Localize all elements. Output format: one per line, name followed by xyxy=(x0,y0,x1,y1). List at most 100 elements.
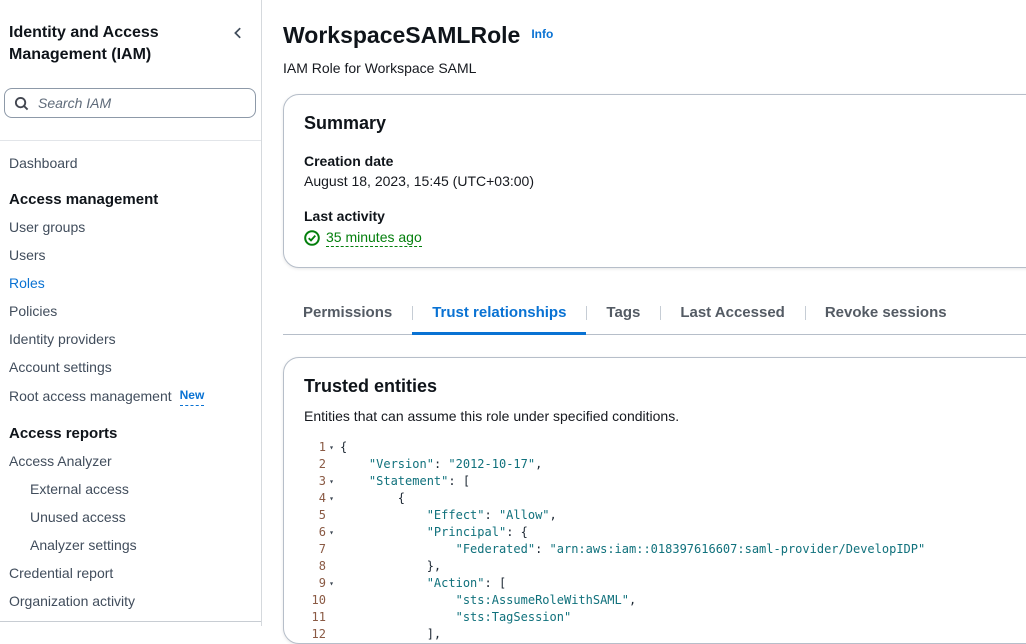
sidebar-item-policies[interactable]: Policies xyxy=(0,297,261,325)
sidebar-item-identity-providers[interactable]: Identity providers xyxy=(0,325,261,353)
tab-last-accessed[interactable]: Last Accessed xyxy=(660,294,805,334)
sidebar-item-access-analyzer[interactable]: Access Analyzer xyxy=(0,447,261,475)
code-text: "Action": [ xyxy=(340,575,506,592)
fold-toggle-icon[interactable]: ▾ xyxy=(326,524,337,541)
sidebar-title: Identity and Access Management (IAM) xyxy=(9,22,227,66)
tabs: PermissionsTrust relationshipsTagsLast A… xyxy=(283,294,1026,335)
sidebar-item-label: Dashboard xyxy=(9,154,78,172)
line-number: 2 xyxy=(319,456,326,473)
tab-tags[interactable]: Tags xyxy=(586,294,660,334)
sidebar-item-label: Roles xyxy=(9,274,45,292)
last-activity-value-row: 35 minutes ago xyxy=(304,229,1026,247)
fold-toggle-icon[interactable]: ▾ xyxy=(326,439,337,456)
search-input[interactable] xyxy=(36,94,246,112)
info-link[interactable]: Info xyxy=(531,27,553,41)
sidebar-header: Identity and Access Management (IAM) xyxy=(0,22,261,66)
sidebar-item-label: Root access management xyxy=(9,387,172,405)
chevron-left-icon xyxy=(231,26,245,40)
code-line-4: 4▾ { xyxy=(304,490,1026,507)
code-line-3: 3▾ "Statement": [ xyxy=(304,473,1026,490)
check-circle-icon xyxy=(304,230,320,246)
line-number: 8 xyxy=(319,558,326,575)
code-text: "Principal": { xyxy=(340,524,528,541)
sidebar-item-unused-access[interactable]: Unused access xyxy=(0,503,261,531)
trusted-entities-heading: Trusted entities xyxy=(304,376,1026,397)
page-header: WorkspaceSAMLRole Info xyxy=(283,20,1026,50)
sidebar-divider xyxy=(0,140,261,141)
line-gutter: 3▾ xyxy=(304,473,340,490)
sidebar-item-label: Access Analyzer xyxy=(9,452,112,470)
tab-revoke-sessions[interactable]: Revoke sessions xyxy=(805,294,967,334)
line-number: 1 xyxy=(319,439,326,456)
sidebar-section-access-reports: Access reports xyxy=(0,420,261,447)
fold-toggle-icon[interactable]: ▾ xyxy=(326,473,337,490)
sidebar-item-label: Identity providers xyxy=(9,330,116,348)
page-title: WorkspaceSAMLRole xyxy=(283,20,520,50)
code-text: "sts:AssumeRoleWithSAML", xyxy=(340,592,636,609)
code-line-9: 9▾ "Action": [ xyxy=(304,575,1026,592)
sidebar-collapse-button[interactable] xyxy=(227,24,249,45)
sidebar-item-external-access[interactable]: External access xyxy=(0,475,261,503)
sidebar-item-dashboard[interactable]: Dashboard xyxy=(0,149,261,177)
sidebar-section-access-management: Access management xyxy=(0,186,261,213)
last-activity-value[interactable]: 35 minutes ago xyxy=(326,229,422,247)
sidebar-item-account-settings[interactable]: Account settings xyxy=(0,353,261,381)
sidebar-item-label: Analyzer settings xyxy=(30,536,137,554)
code-text: "Federated": "arn:aws:iam::018397616607:… xyxy=(340,541,925,558)
sidebar-item-users[interactable]: Users xyxy=(0,241,261,269)
code-line-7: 7 "Federated": "arn:aws:iam::01839761660… xyxy=(304,541,1026,558)
line-number: 3 xyxy=(319,473,326,490)
line-gutter: 6▾ xyxy=(304,524,340,541)
creation-date-value: August 18, 2023, 15:45 (UTC+03:00) xyxy=(304,173,1026,189)
sidebar-item-user-groups[interactable]: User groups xyxy=(0,213,261,241)
app-window: Identity and Access Management (IAM) Das… xyxy=(0,0,1026,626)
line-gutter: 9▾ xyxy=(304,575,340,592)
sidebar-item-label: External access xyxy=(30,480,129,498)
line-gutter: 8 xyxy=(304,558,340,575)
sidebar-item-credential-report[interactable]: Credential report xyxy=(0,559,261,587)
search-icon xyxy=(14,96,29,111)
tab-permissions[interactable]: Permissions xyxy=(283,294,412,334)
search-box xyxy=(4,88,256,118)
code-text: }, xyxy=(340,558,441,575)
sidebar-item-label: Policies xyxy=(9,302,57,320)
code-text: "sts:TagSession" xyxy=(340,609,571,626)
policy-code-editor[interactable]: 1▾{2 "Version": "2012-10-17",3▾ "Stateme… xyxy=(304,439,1026,643)
sidebar-item-analyzer-settings[interactable]: Analyzer settings xyxy=(0,531,261,559)
code-text: "Effect": "Allow", xyxy=(340,507,557,524)
last-activity-label: Last activity xyxy=(304,208,1026,224)
line-number: 4 xyxy=(319,490,326,507)
code-text: "Version": "2012-10-17", xyxy=(340,456,542,473)
line-number: 6 xyxy=(319,524,326,541)
line-gutter: 1▾ xyxy=(304,439,340,456)
code-line-12: 12 ], xyxy=(304,626,1026,643)
sidebar-item-organization-activity[interactable]: Organization activity xyxy=(0,587,261,615)
code-line-8: 8 }, xyxy=(304,558,1026,575)
sidebar-item-root-access-management[interactable]: Root access management New xyxy=(0,381,261,411)
line-number: 12 xyxy=(312,626,326,643)
sidebar-item-label: Users xyxy=(9,246,46,264)
tab-trust-relationships[interactable]: Trust relationships xyxy=(412,294,586,334)
sidebar-item-roles[interactable]: Roles xyxy=(0,269,261,297)
code-line-2: 2 "Version": "2012-10-17", xyxy=(304,456,1026,473)
trusted-entities-card: Trusted entities Entities that can assum… xyxy=(283,357,1026,644)
sidebar: Identity and Access Management (IAM) Das… xyxy=(0,0,262,626)
new-badge: New xyxy=(180,386,205,406)
line-gutter: 2 xyxy=(304,456,340,473)
summary-heading: Summary xyxy=(304,113,1026,134)
creation-date-label: Creation date xyxy=(304,153,1026,169)
line-number: 10 xyxy=(312,592,326,609)
sidebar-nav: Dashboard Access management User groups Use… xyxy=(0,149,261,615)
fold-toggle-icon[interactable]: ▾ xyxy=(326,490,337,507)
fold-toggle-icon[interactable]: ▾ xyxy=(326,575,337,592)
code-text: { xyxy=(340,439,347,456)
code-line-1: 1▾{ xyxy=(304,439,1026,456)
code-line-5: 5 "Effect": "Allow", xyxy=(304,507,1026,524)
trusted-entities-description: Entities that can assume this role under… xyxy=(304,406,1026,426)
line-number: 7 xyxy=(319,541,326,558)
sidebar-item-label: User groups xyxy=(9,218,85,236)
main-content: WorkspaceSAMLRole Info IAM Role for Work… xyxy=(262,0,1026,626)
code-text: ], xyxy=(340,626,441,643)
sidebar-item-label: Unused access xyxy=(30,508,126,526)
line-number: 5 xyxy=(319,507,326,524)
